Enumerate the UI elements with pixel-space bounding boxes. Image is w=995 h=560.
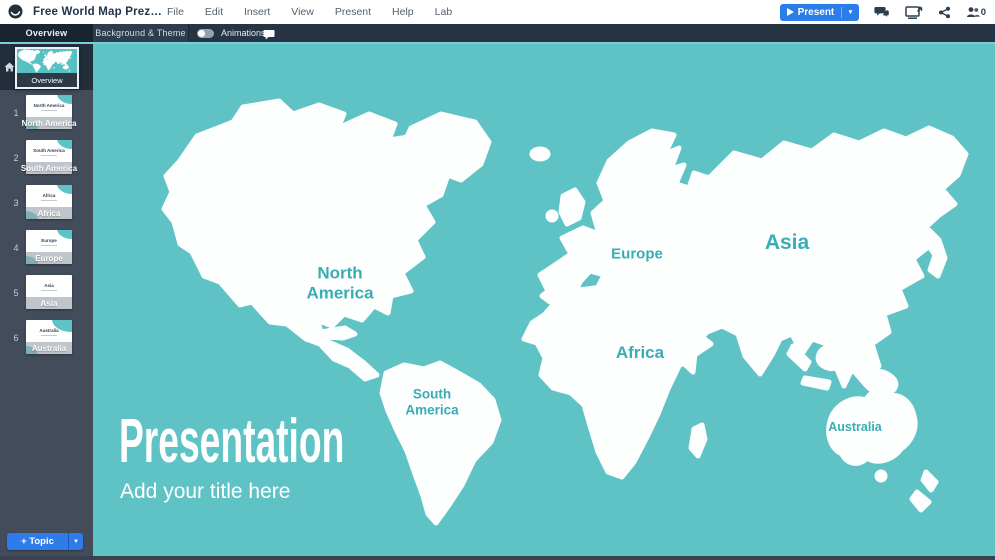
presentation-canvas[interactable]: North America Europe Asia Africa South A… (93, 44, 995, 556)
add-topic-dropdown-caret[interactable]: ▼ (68, 533, 83, 550)
add-topic-button[interactable]: + Topic ▼ (7, 533, 83, 550)
overview-thumbnail-label: Overview (17, 73, 77, 87)
map-label-north-america[interactable]: North America (306, 263, 373, 302)
slide-label-text: Europe (35, 254, 63, 263)
slide-row: 4 Europe Europe (0, 230, 93, 266)
slide-row: 3 Africa Africa (0, 185, 93, 221)
presentation-subtitle[interactable]: Add your title here (120, 480, 290, 504)
overview-section: Overview (0, 44, 93, 90)
menu-help[interactable]: Help (392, 6, 414, 18)
map-label-south-america[interactable]: South America (405, 386, 458, 417)
collaborators-count: 0 (981, 7, 986, 18)
thumb-mini-title: Africa (26, 193, 72, 198)
present-remotely-icon[interactable] (905, 6, 923, 19)
toggle-knob (198, 30, 205, 37)
slide-label-band: Africa (26, 207, 72, 219)
thumb-mini-subtitle-line (41, 110, 57, 111)
thumb-mini-title: North America (26, 103, 72, 108)
comments-icon[interactable] (874, 6, 890, 19)
animations-label: Animations (221, 28, 266, 38)
thumb-mini-title: Europe (26, 238, 72, 243)
home-icon[interactable] (4, 59, 15, 77)
slide-label-text: North America (22, 119, 77, 128)
slide-label-band: North America (26, 117, 72, 129)
slide-label-band: Europe (26, 252, 72, 264)
map-label-asia[interactable]: Asia (765, 231, 809, 255)
people-icon (966, 6, 980, 18)
tab-bar: Overview Background & Theme Animations (0, 24, 995, 42)
animations-control: Animations (197, 24, 266, 42)
share-icon[interactable] (938, 6, 951, 19)
collaborators-button[interactable]: 0 (966, 6, 986, 18)
canvas-top-highlight (0, 42, 995, 44)
play-icon (787, 8, 794, 16)
tab-background-theme[interactable]: Background & Theme (93, 24, 189, 42)
menu-present[interactable]: Present (335, 6, 371, 18)
present-dropdown-caret[interactable]: ▼ (841, 7, 858, 18)
thumb-mini-subtitle-line (41, 290, 57, 291)
present-button[interactable]: Present ▼ (780, 4, 859, 21)
map-label-australia[interactable]: Australia (828, 420, 882, 434)
menu-view[interactable]: View (291, 6, 314, 18)
thumb-mini-title: South America (26, 148, 72, 153)
animations-toggle[interactable] (197, 29, 214, 38)
slide-number: 3 (10, 198, 22, 208)
map-label-africa[interactable]: Africa (616, 343, 664, 363)
thumb-mini-subtitle-line (41, 335, 57, 336)
thumb-mini-subtitle-line (41, 155, 57, 156)
thumb-mini-title: Asia (26, 283, 72, 288)
bottom-edge-bar (0, 556, 995, 560)
slide-number: 1 (10, 108, 22, 118)
presentation-title[interactable]: Presentation (119, 411, 344, 473)
menu-insert[interactable]: Insert (244, 6, 270, 18)
menu-lab[interactable]: Lab (435, 6, 453, 18)
slide-label-text: Africa (38, 209, 61, 218)
overview-thumbnail[interactable]: Overview (15, 47, 79, 89)
overview-thumbnail-map (17, 49, 77, 73)
slide-label-band: Australia (26, 342, 72, 354)
document-title[interactable]: Free World Map Prez… (33, 0, 162, 24)
slide-label-band: Asia (26, 297, 72, 309)
slide-number: 5 (10, 288, 22, 298)
thumb-mini-title: Australia (26, 328, 72, 333)
slide-label-text: Australia (32, 344, 66, 353)
slide-label-text: Asia (41, 299, 58, 308)
slide-row: 6 Australia Australia (0, 320, 93, 356)
slide-row: 2 South America South America (0, 140, 93, 176)
slide-row: 1 North America North America (0, 95, 93, 131)
top-bar: Free World Map Prez… File Edit Insert Vi… (0, 0, 995, 24)
thumb-mini-subtitle-line (41, 245, 57, 246)
menu-file[interactable]: File (167, 6, 184, 18)
map-label-europe[interactable]: Europe (611, 245, 663, 262)
thumb-mini-subtitle-line (41, 200, 57, 201)
slide-number: 2 (10, 153, 22, 163)
add-topic-label: + Topic (7, 533, 68, 550)
sidebar: Overview 1 North America North America 2… (0, 44, 93, 556)
slide-list: 1 North America North America 2 South Am… (0, 90, 93, 510)
topbar-actions: Present ▼ (780, 0, 986, 24)
slide-label-text: South America (21, 164, 77, 173)
tab-overview[interactable]: Overview (0, 24, 93, 42)
slide-number: 4 (10, 243, 22, 253)
prezi-logo-icon[interactable] (8, 4, 23, 19)
slide-number: 6 (10, 333, 22, 343)
slide-row: 5 Asia Asia (0, 275, 93, 311)
menu-bar: File Edit Insert View Present Help Lab (167, 0, 452, 24)
present-button-label: Present (798, 7, 835, 18)
slide-label-band: South America (26, 162, 72, 174)
menu-edit[interactable]: Edit (205, 6, 223, 18)
